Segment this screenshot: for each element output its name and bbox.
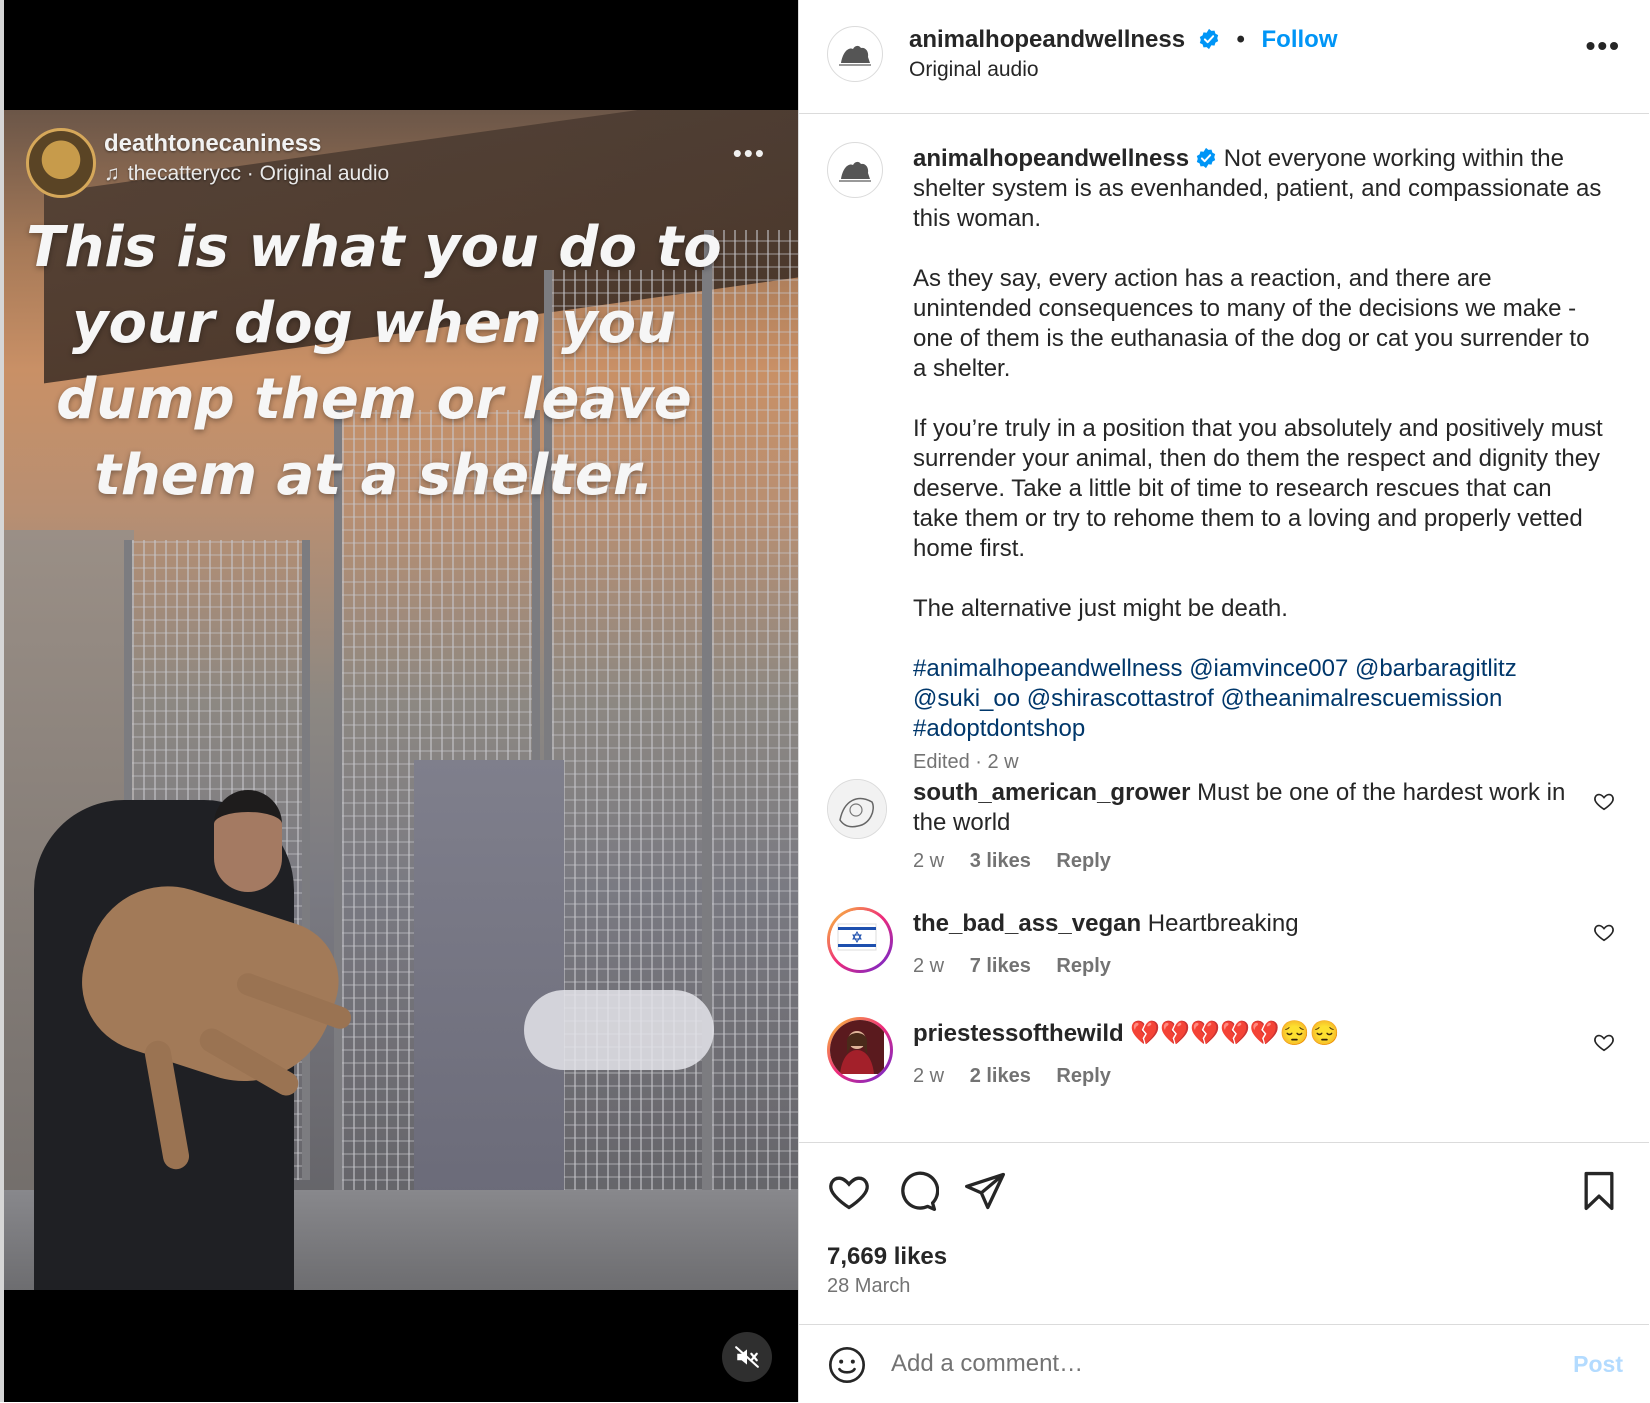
comment-time: 2 w [913,850,945,872]
header-audio-link[interactable]: Original audio [909,58,1039,82]
post-header: animalhopeandwellness • Follow Original … [799,0,1649,114]
post-caption: animalhopeandwellness Not everyone worki… [913,144,1603,774]
comment-likes[interactable]: 7 likes [970,955,1031,977]
video-story-header: deathtonecaniness ♫ thecatterycc · Origin… [16,120,796,200]
comment-username[interactable]: south_american_grower [913,779,1190,806]
post-actions-bar: 7,669 likes 28 March [799,1142,1649,1325]
portrait-avatar-icon [830,1020,884,1074]
video-audio-label: thecatterycc · Original audio [127,162,390,185]
likes-count[interactable]: 7,669 likes [827,1243,947,1271]
video-scene-person-head [214,790,282,892]
comment-body: Heartbreaking [1147,910,1299,937]
caption-meta: Edited · 2 w [913,751,1019,773]
comment-like-heart-icon[interactable] [1593,921,1615,943]
comment-reply-button[interactable]: Reply [1056,955,1110,977]
video-audio-row[interactable]: ♫ thecatterycc · Original audio [104,162,389,186]
animal-logo-icon [839,161,871,182]
comment-meta: 2 w 7 likes Reply [913,955,1131,978]
verified-badge-icon [1199,28,1218,50]
video-more-icon[interactable]: ••• [733,138,766,169]
header-user-row: animalhopeandwellness • Follow [909,26,1338,54]
author-avatar[interactable] [827,26,883,82]
comment-icon[interactable] [895,1169,939,1213]
video-scene-door [414,760,564,1220]
sketch-avatar-icon [828,780,886,838]
caption-paragraph-2: As they say, every action has a reaction… [913,265,1590,382]
mute-button[interactable] [722,1332,772,1382]
post-date: 28 March [827,1275,911,1297]
comment-likes[interactable]: 2 likes [970,1065,1031,1087]
caption-tags[interactable]: #animalhopeandwellness @iamvince007 @bar… [913,654,1603,744]
comment-avatar[interactable] [827,1017,893,1083]
mute-icon [735,1346,759,1368]
follow-button[interactable]: Follow [1262,26,1338,53]
comment-text: the_bad_ass_vegan Heartbreaking [913,909,1573,939]
comment-reply-button[interactable]: Reply [1056,850,1110,872]
comment-username[interactable]: priestessofthewild [913,1020,1124,1047]
animal-logo-icon [839,45,871,66]
comment-like-heart-icon[interactable] [1593,790,1615,812]
video-username[interactable]: deathtonecaniness [104,130,321,158]
comments-scroll-area[interactable]: animalhopeandwellness Not everyone worki… [799,114,1649,1142]
comment-avatar[interactable] [827,907,893,973]
share-icon[interactable] [963,1169,1007,1213]
emoji-icon[interactable] [827,1345,867,1385]
instagram-post: deathtonecaniness ♫ thecatterycc · Origin… [0,0,1650,1402]
comment-avatar[interactable] [827,779,887,839]
video-overlay-text: This is what you do to your dog when you… [26,215,722,508]
author-username[interactable]: animalhopeandwellness [909,26,1185,53]
header-separator: • [1236,26,1245,53]
comment-meta: 2 w 2 likes Reply [913,1065,1131,1088]
comment-time: 2 w [913,955,945,977]
israel-flag-icon [830,910,884,964]
add-comment-bar: Post [799,1324,1649,1403]
video-scene-white-dog [524,990,714,1070]
comment-likes[interactable]: 3 likes [970,850,1031,872]
video-frame[interactable]: deathtonecaniness ♫ thecatterycc · Origin… [4,110,798,1290]
caption-username[interactable]: animalhopeandwellness [913,145,1189,172]
more-options-icon[interactable]: ••• [1586,30,1621,62]
bookmark-icon[interactable] [1577,1169,1621,1213]
comment-text: priestessofthewild 💔💔💔💔💔😔😔 [913,1019,1573,1049]
heart-icon[interactable] [827,1169,871,1213]
comment-body: 💔💔💔💔💔😔😔 [1130,1020,1340,1047]
comment-input[interactable] [889,1343,1513,1385]
verified-badge-icon [1196,147,1216,169]
comment-text: south_american_grower Must be one of the… [913,778,1573,838]
caption-paragraph-4: The alternative just might be death. [913,595,1288,622]
comment-time: 2 w [913,1065,945,1087]
caption-paragraph-3: If you’re truly in a position that you a… [913,415,1603,562]
video-user-avatar[interactable] [26,128,96,198]
comment-reply-button[interactable]: Reply [1056,1065,1110,1087]
media-panel: deathtonecaniness ♫ thecatterycc · Origin… [0,0,798,1402]
comment-like-heart-icon[interactable] [1593,1031,1615,1053]
comment-meta: 2 w 3 likes Reply [913,850,1131,873]
post-side-panel: animalhopeandwellness • Follow Original … [798,0,1649,1402]
caption-author-avatar[interactable] [827,142,883,198]
post-comment-button[interactable]: Post [1573,1351,1623,1378]
music-note-icon: ♫ [104,162,120,185]
comment-username[interactable]: the_bad_ass_vegan [913,910,1141,937]
